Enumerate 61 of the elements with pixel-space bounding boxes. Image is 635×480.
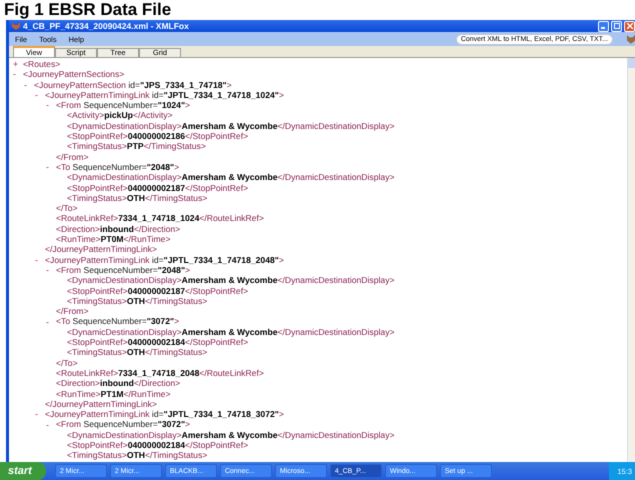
xml-line: <JourneyPatternTimingLink id="JPTL_7334_1_74718_2048"> bbox=[45, 254, 284, 265]
expand-toggle[interactable]: - bbox=[35, 90, 45, 100]
expand-toggle[interactable]: - bbox=[46, 420, 56, 430]
xml-line: <RouteLinkRef>7334_1_74718_1024</RouteLinkRef> bbox=[56, 213, 264, 224]
xml-line: <StopPointRef>040000002184</StopPointRef> bbox=[67, 337, 248, 348]
start-button[interactable]: start bbox=[0, 462, 46, 480]
scrollbar[interactable] bbox=[627, 58, 635, 462]
xml-line: <DynamicDestinationDisplay>Amersham & Wycombe</DynamicDestinationDisplay> bbox=[67, 430, 395, 440]
expand-toggle[interactable]: - bbox=[35, 254, 45, 265]
xml-line: <StopPointRef>040000002187</StopPointRef> bbox=[67, 182, 248, 193]
xml-line: <StopPointRef>040000002186</StopPointRef> bbox=[67, 131, 248, 142]
fox-icon bbox=[11, 21, 21, 31]
xml-line: <From SequenceNumber="2048"> bbox=[56, 264, 190, 276]
expand-toggle[interactable]: + bbox=[13, 59, 23, 70]
expand-toggle[interactable]: - bbox=[46, 265, 56, 276]
xml-line: <DynamicDestinationDisplay>Amersham & Wycombe</DynamicDestinationDisplay> bbox=[67, 120, 395, 132]
xml-line: <TimingStatus>OTH</TimingStatus> bbox=[67, 450, 208, 461]
restore-icon bbox=[614, 23, 620, 29]
xml-line: </JourneyPatternTimingLink> bbox=[45, 244, 157, 255]
expand-toggle[interactable]: - bbox=[24, 80, 34, 90]
xml-line: <Direction>inbound</Direction> bbox=[56, 224, 180, 234]
xml-line: <DynamicDestinationDisplay>Amersham & Wycombe</DynamicDestinationDisplay> bbox=[67, 275, 395, 286]
xml-line: </To> bbox=[56, 203, 78, 214]
xml-line: <RouteLinkRef>7334_1_74718_2048</RouteLinkRef> bbox=[56, 368, 264, 378]
expand-toggle[interactable]: - bbox=[46, 162, 56, 172]
close-icon bbox=[626, 23, 632, 29]
restore-button[interactable] bbox=[611, 20, 622, 32]
xml-line: </From> bbox=[56, 152, 88, 162]
close-button[interactable] bbox=[624, 20, 635, 32]
xml-line: <DynamicDestinationDisplay>Amersham & Wycombe</DynamicDestinationDisplay> bbox=[67, 326, 395, 338]
xml-line: <RunTime>PT1M</RunTime> bbox=[56, 388, 170, 399]
xml-line: <Direction>inbound</Direction> bbox=[56, 378, 180, 388]
expand-toggle[interactable]: - bbox=[13, 69, 23, 80]
xml-line: <JourneyPatternTimingLink id="JPTL_7334_1_74718_1024"> bbox=[45, 90, 284, 100]
xml-line: <To SequenceNumber="2048"> bbox=[56, 162, 180, 172]
expand-toggle[interactable]: - bbox=[35, 409, 45, 420]
xml-line: <From SequenceNumber="3072"> bbox=[56, 419, 190, 430]
xml-line: <TimingStatus>PTP</TimingStatus> bbox=[67, 141, 206, 152]
fox-icon bbox=[627, 33, 635, 45]
slide-title: Fig 1 EBSR Data File bbox=[3, 0, 172, 20]
xml-line: <Activity>pickUp</Activity> bbox=[67, 110, 173, 121]
xml-line: <Routes> bbox=[23, 59, 60, 70]
xml-line: <JourneyPatternSections> bbox=[23, 69, 124, 80]
window-title: 4_CB_PF_47334_20090424.xml - XMLFox bbox=[23, 21, 189, 31]
xml-line: <TimingStatus>OTH</TimingStatus> bbox=[67, 192, 208, 204]
xml-line: <DynamicDestinationDisplay>Amersham & Wycombe</DynamicDestinationDisplay> bbox=[67, 172, 395, 183]
xml-line: </JourneyPatternTimingLink> bbox=[45, 398, 157, 410]
xml-line: </To> bbox=[56, 358, 78, 368]
expand-toggle[interactable]: - bbox=[46, 100, 56, 110]
xml-line: <JourneyPatternSection id="JPS_7334_1_74718"> bbox=[34, 80, 232, 90]
xml-line: <StopPointRef>040000002187</StopPointRef> bbox=[67, 286, 248, 296]
xml-line: <StopPointRef>040000002184</StopPointRef> bbox=[67, 440, 248, 450]
xml-line: <From SequenceNumber="1024"> bbox=[56, 100, 190, 110]
xml-line: <JourneyPatternTimingLink id="JPTL_7334_1_74718_3072"> bbox=[45, 409, 284, 420]
expand-toggle[interactable]: - bbox=[46, 316, 56, 327]
minimize-button[interactable] bbox=[598, 20, 609, 32]
xml-line: </From> bbox=[56, 306, 88, 316]
xml-line: <To SequenceNumber="3072"> bbox=[56, 316, 180, 327]
xml-line: <TimingStatus>OTH</TimingStatus> bbox=[67, 347, 208, 358]
xml-line: <RunTime>PT0M</RunTime> bbox=[56, 234, 170, 244]
xml-line: <TimingStatus>OTH</TimingStatus> bbox=[67, 296, 208, 306]
